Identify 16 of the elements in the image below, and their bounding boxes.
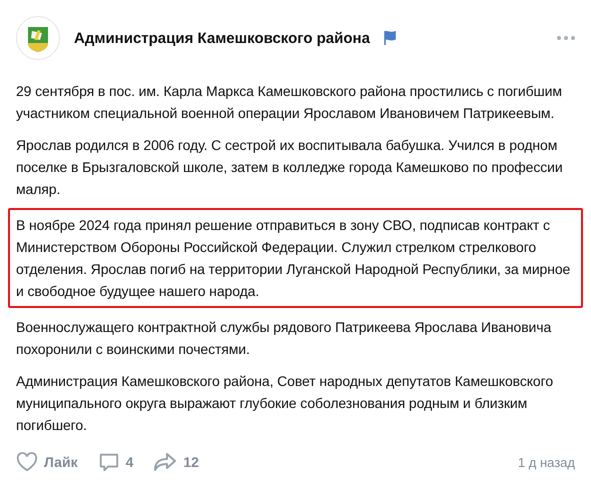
like-button[interactable]: Лайк <box>16 452 78 472</box>
coat-of-arms-icon[interactable] <box>16 16 60 60</box>
share-icon <box>153 452 178 472</box>
share-button[interactable]: 12 <box>153 452 199 472</box>
post-paragraph: 29 сентября в пос. им. Карла Маркса Камешковского района простились с погибшим участником специальной военной операции Ярославом Ивановичем Патрикеевым. <box>15 82 563 123</box>
more-icon[interactable] <box>557 36 575 40</box>
post-paragraph: Военнослужащего контрактной службы рядового Патрикеева Ярослава Ивановича похоронили с воинскими почестями. <box>15 318 552 359</box>
comment-button[interactable]: 4 <box>98 451 134 473</box>
post-paragraph: Ярослав родился в 2006 году. С сестрой их воспитывала бабушка. Учился в родном поселке в Брызгаловской школе, затем в колледже города Камешково по профессии маляр. <box>15 136 564 199</box>
post-time: 1 д назад <box>518 454 575 470</box>
heart-icon <box>16 452 38 472</box>
post-paragraph: Администрация Камешковского района, Совет народных депутатов Камешковского муниципального округа выражают глубокие соболезнования родным и близким погибшего. <box>15 372 554 435</box>
comment-icon <box>98 451 120 473</box>
highlighted-paragraph: В ноябре 2024 года принял решение отправиться в зону СВО, подписав контракт с Министерством Обороны Российской Федерации. Служил стрелком стрелкового отделения. Ярослав погиб на территории Луганской Народной Республики, за мирное и свободное будущее нашего народа. <box>8 208 583 308</box>
group-name[interactable]: Администрация Камешковского района <box>74 30 370 46</box>
flag-icon <box>384 31 396 45</box>
